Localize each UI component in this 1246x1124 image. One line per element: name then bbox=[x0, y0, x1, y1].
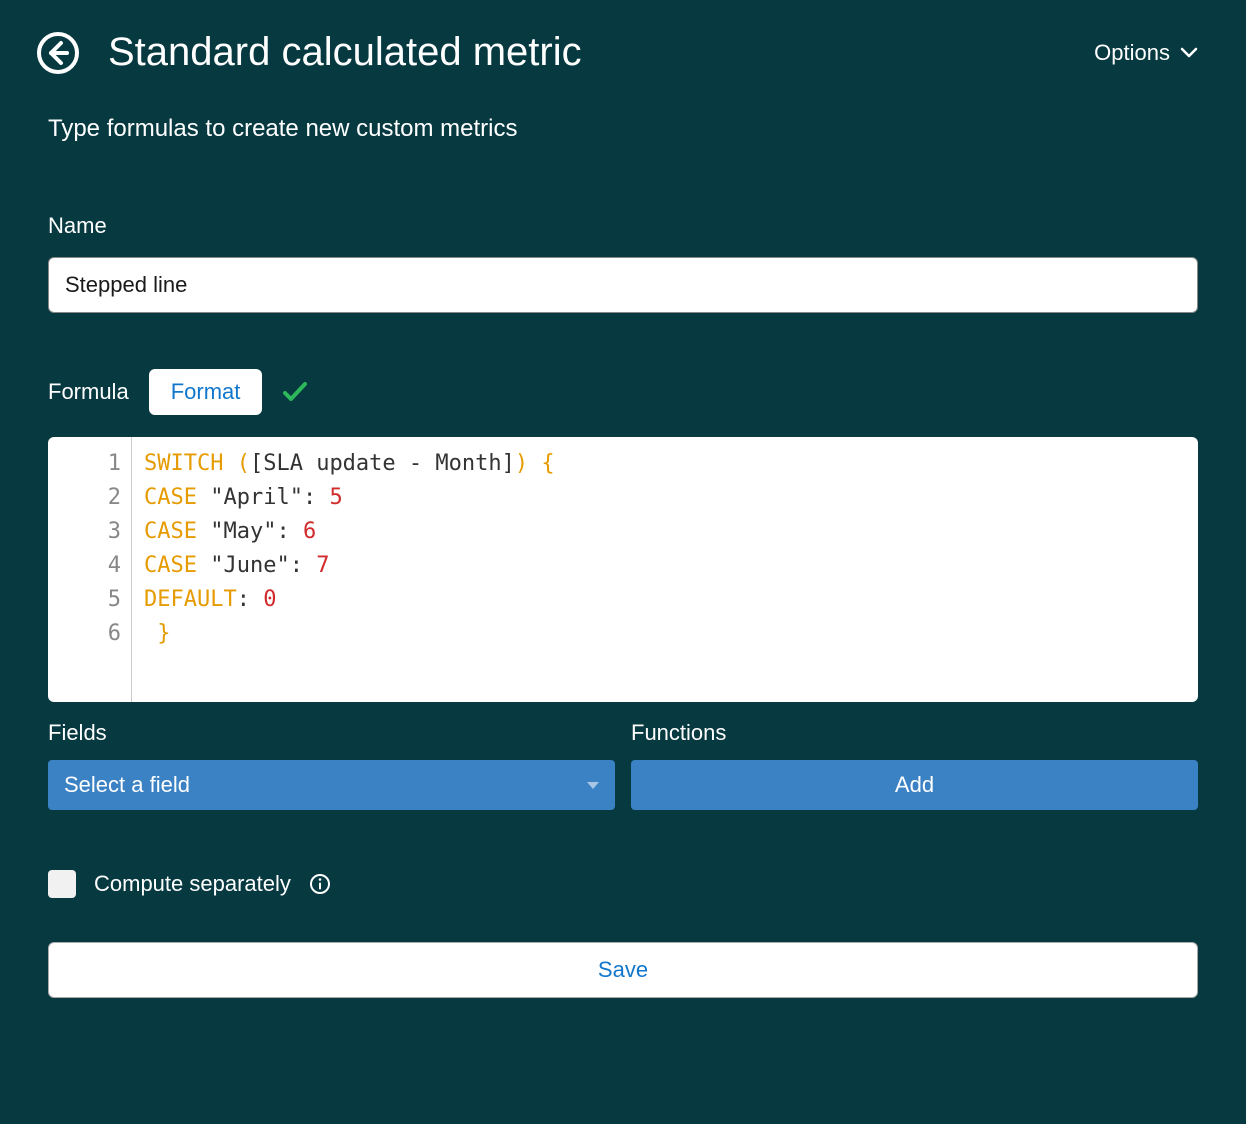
back-button[interactable] bbox=[36, 31, 80, 75]
compute-separately-label: Compute separately bbox=[94, 871, 291, 897]
options-label: Options bbox=[1094, 40, 1170, 66]
info-icon[interactable] bbox=[309, 873, 331, 895]
check-icon bbox=[282, 381, 308, 403]
header: Standard calculated metric Options bbox=[36, 30, 1198, 75]
fields-select-placeholder: Select a field bbox=[64, 772, 190, 798]
editor-gutter: 123456 bbox=[48, 437, 132, 702]
options-menu[interactable]: Options bbox=[1094, 40, 1198, 66]
page-subtitle: Type formulas to create new custom metri… bbox=[48, 115, 1198, 143]
fields-label: Fields bbox=[48, 720, 615, 746]
format-button[interactable]: Format bbox=[149, 369, 263, 415]
name-label: Name bbox=[48, 213, 1198, 239]
chevron-down-icon bbox=[1180, 47, 1198, 59]
formula-editor[interactable]: 123456 SWITCH ([SLA update - Month]) {CA… bbox=[48, 437, 1198, 702]
page-title: Standard calculated metric bbox=[108, 30, 582, 75]
triangle-down-icon bbox=[587, 782, 599, 789]
fields-select[interactable]: Select a field bbox=[48, 760, 615, 810]
formula-label: Formula bbox=[48, 379, 129, 405]
functions-label: Functions bbox=[631, 720, 1198, 746]
compute-separately-checkbox[interactable] bbox=[48, 870, 76, 898]
arrow-left-circle-icon bbox=[36, 31, 80, 75]
add-function-button[interactable]: Add bbox=[631, 760, 1198, 810]
save-button[interactable]: Save bbox=[48, 942, 1198, 998]
editor-code: SWITCH ([SLA update - Month]) {CASE "Apr… bbox=[132, 437, 567, 702]
name-input[interactable] bbox=[48, 257, 1198, 313]
